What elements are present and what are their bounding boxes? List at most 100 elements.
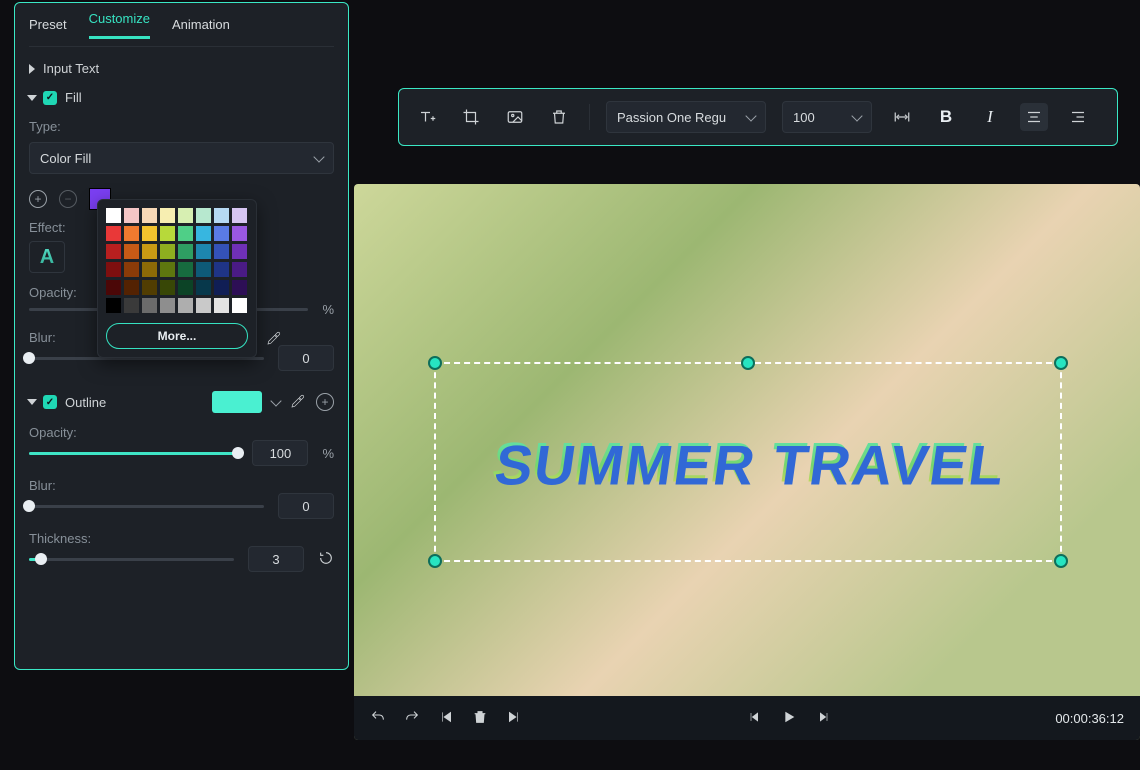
more-colors-button[interactable]: More... [106, 323, 248, 349]
chevron-down-icon[interactable] [270, 395, 281, 406]
input-text-section[interactable]: Input Text [29, 61, 334, 76]
outline-checkbox[interactable]: ✓ [43, 395, 57, 409]
effect-preview[interactable]: A [29, 241, 65, 273]
eyedropper-icon[interactable] [290, 393, 306, 412]
step-back-icon[interactable] [747, 709, 763, 728]
color-swatch[interactable] [106, 208, 121, 223]
fill-header[interactable]: ✓ Fill [29, 90, 334, 105]
color-swatch[interactable] [178, 280, 193, 295]
fill-checkbox[interactable]: ✓ [43, 91, 57, 105]
reset-icon[interactable] [318, 550, 334, 569]
color-swatch[interactable] [106, 262, 121, 277]
color-swatch[interactable] [196, 280, 211, 295]
trash-icon[interactable] [545, 103, 573, 131]
blur-value[interactable]: 0 [278, 345, 334, 371]
color-swatch[interactable] [214, 262, 229, 277]
resize-handle[interactable] [741, 356, 755, 370]
preview-canvas[interactable]: SUMMER TRAVEL 00:00:36:12 [354, 184, 1140, 740]
color-swatch[interactable] [106, 226, 121, 241]
font-select[interactable]: Passion One Regu [606, 101, 766, 133]
resize-handle[interactable] [428, 554, 442, 568]
color-swatch[interactable] [124, 298, 139, 313]
bold-button[interactable]: B [932, 103, 960, 131]
resize-handle[interactable] [428, 356, 442, 370]
color-swatch[interactable] [178, 226, 193, 241]
color-swatch[interactable] [160, 262, 175, 277]
add-outline-button[interactable]: + [316, 393, 334, 411]
outline-thickness-value[interactable]: 3 [248, 546, 304, 572]
outline-blur-value[interactable]: 0 [278, 493, 334, 519]
prev-marker-icon[interactable] [438, 709, 454, 728]
color-swatch[interactable] [232, 244, 247, 259]
italic-button[interactable]: I [976, 103, 1004, 131]
color-swatch[interactable] [142, 280, 157, 295]
color-swatch[interactable] [214, 226, 229, 241]
color-swatch[interactable] [178, 298, 193, 313]
color-swatch[interactable] [214, 208, 229, 223]
font-size-select[interactable]: 100 [782, 101, 872, 133]
crop-icon[interactable] [457, 103, 485, 131]
fill-type-select[interactable]: Color Fill [29, 142, 334, 174]
outline-opacity-slider[interactable] [29, 444, 238, 462]
color-swatch[interactable] [232, 208, 247, 223]
next-marker-icon[interactable] [506, 709, 522, 728]
align-center-icon[interactable] [1020, 103, 1048, 131]
image-icon[interactable] [501, 103, 529, 131]
undo-icon[interactable] [370, 709, 386, 728]
color-swatch[interactable] [142, 244, 157, 259]
color-swatch[interactable] [124, 244, 139, 259]
color-swatch[interactable] [178, 262, 193, 277]
color-swatch[interactable] [160, 208, 175, 223]
color-swatch[interactable] [232, 262, 247, 277]
tab-customize[interactable]: Customize [89, 11, 150, 39]
color-swatch[interactable] [160, 298, 175, 313]
color-swatch[interactable] [160, 226, 175, 241]
play-icon[interactable] [781, 709, 797, 728]
remove-color-button[interactable]: − [59, 190, 77, 208]
resize-handle[interactable] [1054, 356, 1068, 370]
align-right-icon[interactable] [1064, 103, 1092, 131]
trash-icon[interactable] [472, 709, 488, 728]
color-swatch[interactable] [142, 208, 157, 223]
color-swatch[interactable] [178, 208, 193, 223]
color-swatch[interactable] [196, 226, 211, 241]
color-swatch[interactable] [232, 226, 247, 241]
color-swatch[interactable] [214, 244, 229, 259]
outline-thickness-slider[interactable] [29, 550, 234, 568]
tab-preset[interactable]: Preset [29, 17, 67, 32]
color-swatch[interactable] [214, 298, 229, 313]
outline-color-chip[interactable] [212, 391, 262, 413]
color-swatch[interactable] [106, 280, 121, 295]
tab-animation[interactable]: Animation [172, 17, 230, 32]
color-swatch[interactable] [142, 298, 157, 313]
color-swatch[interactable] [214, 280, 229, 295]
color-swatch[interactable] [196, 298, 211, 313]
outline-opacity-value[interactable]: 100 [252, 440, 308, 466]
add-text-icon[interactable] [413, 103, 441, 131]
color-swatch[interactable] [124, 262, 139, 277]
color-swatch[interactable] [124, 280, 139, 295]
color-swatch[interactable] [178, 244, 193, 259]
color-swatch[interactable] [124, 226, 139, 241]
outline-blur-slider[interactable] [29, 497, 264, 515]
color-swatch[interactable] [196, 208, 211, 223]
step-forward-icon[interactable] [815, 709, 831, 728]
redo-icon[interactable] [404, 709, 420, 728]
canvas-text[interactable]: SUMMER TRAVEL [488, 430, 1007, 495]
color-swatch[interactable] [232, 280, 247, 295]
resize-handle[interactable] [1054, 554, 1068, 568]
color-swatch[interactable] [106, 244, 121, 259]
color-swatch[interactable] [160, 280, 175, 295]
color-swatch[interactable] [124, 208, 139, 223]
add-color-button[interactable]: + [29, 190, 47, 208]
eyedropper-icon[interactable] [266, 330, 282, 349]
color-swatch[interactable] [196, 244, 211, 259]
color-swatch[interactable] [196, 262, 211, 277]
color-swatch[interactable] [160, 244, 175, 259]
spacing-icon[interactable] [888, 103, 916, 131]
color-swatch[interactable] [142, 262, 157, 277]
color-swatch[interactable] [142, 226, 157, 241]
text-selection-box[interactable]: SUMMER TRAVEL [434, 362, 1062, 562]
color-swatch[interactable] [106, 298, 121, 313]
color-swatch[interactable] [232, 298, 247, 313]
